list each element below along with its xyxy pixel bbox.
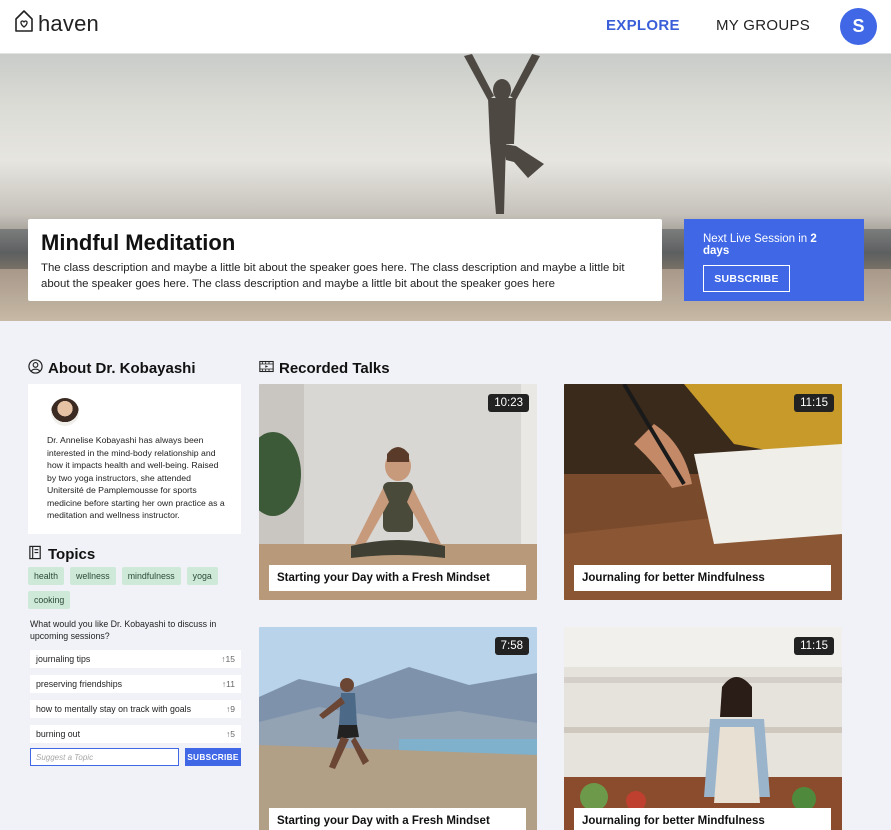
topic-tag[interactable]: cooking — [28, 591, 71, 609]
suggestion-item[interactable]: preserving friendships ↑11 — [30, 675, 241, 693]
suggestion-list: journaling tips ↑15 preserving friendshi… — [30, 650, 241, 750]
video-title: Starting your Day with a Fresh Mindset — [269, 808, 526, 830]
video-duration: 11:15 — [794, 637, 834, 655]
suggestion-item[interactable]: journaling tips ↑15 — [30, 650, 241, 668]
hero-banner: Mindful Meditation The class description… — [0, 54, 891, 321]
suggest-topic-form: SUBSCRIBE — [30, 748, 241, 766]
suggestion-label: burning out — [36, 729, 81, 739]
suggest-prompt: What would you like Dr. Kobayashi to dis… — [30, 619, 217, 641]
suggestion-label: how to mentally stay on track with goals — [36, 704, 191, 714]
yoga-figure-image — [464, 54, 544, 214]
book-icon — [28, 545, 43, 564]
video-title: Journaling for better Mindfulness — [574, 565, 831, 591]
top-navigation-bar: haven EXPLORE MY GROUPS S — [0, 0, 891, 54]
instructor-photo — [51, 398, 79, 426]
suggestion-label: journaling tips — [36, 654, 91, 664]
class-description: The class description and maybe a little… — [41, 262, 625, 290]
video-film-icon — [259, 359, 274, 378]
video-card[interactable]: 7:58 Starting your Day with a Fresh Mind… — [259, 627, 537, 830]
recorded-talks-heading: Recorded Talks — [259, 359, 390, 378]
upvote-count[interactable]: ↑11 — [222, 679, 235, 689]
topic-tag[interactable]: yoga — [186, 567, 218, 585]
video-title: Starting your Day with a Fresh Mindset — [269, 565, 526, 591]
user-circle-icon — [28, 359, 43, 378]
live-session-text: Next Live Session in 2 days — [703, 233, 817, 257]
class-info-card: Mindful Meditation The class description… — [28, 219, 662, 301]
suggestion-label: preserving friendships — [36, 679, 123, 689]
topic-tags: health wellness mindfulness yoga cooking — [28, 567, 241, 609]
class-title: Mindful Meditation — [41, 230, 236, 255]
nav-my-groups[interactable]: MY GROUPS — [716, 17, 810, 34]
video-card[interactable]: 11:15 Journaling for better Mindfulness — [564, 384, 842, 600]
video-thumbnail — [259, 627, 537, 830]
suggestion-item[interactable]: burning out ↑5 — [30, 725, 241, 743]
suggestion-item[interactable]: how to mentally stay on track with goals… — [30, 700, 241, 718]
subscribe-topic-button[interactable]: SUBSCRIBE — [185, 748, 241, 766]
video-card[interactable]: 10:23 Starting your Day with a Fresh Min… — [259, 384, 537, 600]
user-avatar[interactable]: S — [840, 8, 877, 45]
topics-heading: Topics — [28, 545, 95, 564]
video-duration: 10:23 — [488, 394, 529, 412]
logo[interactable]: haven — [14, 9, 99, 38]
nav-explore[interactable]: EXPLORE — [606, 17, 680, 34]
instructor-bio: Dr. Annelise Kobayashi has always been i… — [47, 435, 225, 520]
video-card[interactable]: 11:15 Journaling for better Mindfulness — [564, 627, 842, 830]
house-heart-icon — [14, 9, 34, 38]
subscribe-live-button[interactable]: SUBSCRIBE — [703, 265, 790, 292]
video-title: Journaling for better Mindfulness — [574, 808, 831, 830]
live-session-card: Next Live Session in 2 days SUBSCRIBE — [684, 219, 864, 301]
upvote-count[interactable]: ↑15 — [221, 654, 235, 664]
upvote-count[interactable]: ↑5 — [226, 729, 235, 739]
topic-tag[interactable]: wellness — [69, 567, 116, 585]
video-duration: 11:15 — [794, 394, 834, 412]
logo-text: haven — [38, 10, 99, 36]
topic-tag[interactable]: health — [28, 567, 64, 585]
suggest-topic-input[interactable] — [30, 748, 179, 766]
about-card: Dr. Annelise Kobayashi has always been i… — [28, 384, 241, 534]
topic-tag[interactable]: mindfulness — [121, 567, 181, 585]
about-heading: About Dr. Kobayashi — [28, 359, 196, 378]
upvote-count[interactable]: ↑9 — [226, 704, 235, 714]
video-duration: 7:58 — [494, 637, 529, 655]
video-thumbnail — [564, 627, 842, 830]
